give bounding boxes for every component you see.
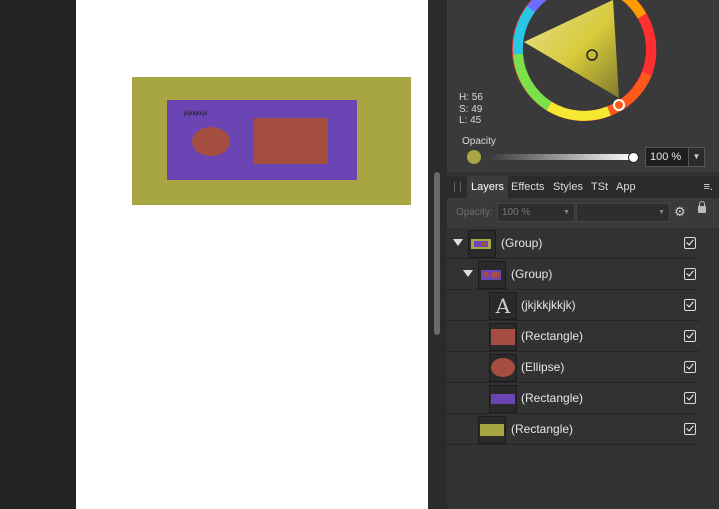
layer-thumbnail (478, 416, 506, 444)
chevron-down-icon: ▼ (563, 209, 570, 216)
left-toolbar-gutter (0, 0, 76, 509)
layer-thumbnail: A (489, 292, 517, 320)
layer-opacity-label: Opacity: (456, 207, 493, 218)
layer-name: (Rectangle) (511, 422, 574, 436)
layer-name: (Rectangle) (521, 391, 584, 405)
opacity-slider-handle[interactable] (628, 152, 639, 163)
layer-row[interactable]: (Rectangle) (447, 321, 700, 352)
layers-list: (Group) (Group) A (jkjkkjkkjk) (Rectangl… (447, 228, 700, 445)
layer-name: (jkjkkjkkjk) (521, 298, 576, 312)
artwork-group-rectangle[interactable]: jkjkkjkkjk (167, 100, 357, 180)
artwork-background-rectangle[interactable]: jkjkkjkkjk (132, 77, 411, 205)
lock-icon[interactable] (698, 201, 706, 213)
layer-thumbnail (489, 354, 517, 382)
current-color-swatch[interactable] (467, 150, 481, 164)
lightness-value: L: 45 (459, 115, 482, 126)
hue-value: H: 56 (459, 92, 483, 103)
layer-visibility-checkbox[interactable] (684, 268, 696, 280)
hsl-readout: H: 56 S: 49 L: 45 (459, 92, 483, 127)
expand-triangle-icon[interactable] (453, 239, 463, 246)
layer-name: (Ellipse) (521, 360, 565, 374)
chevron-down-icon: ▼ (658, 209, 665, 216)
layer-row[interactable]: A (jkjkkjkkjk) (447, 290, 700, 321)
canvas-scrollbar[interactable] (428, 0, 447, 509)
right-studio-panel: H: 56 S: 49 L: 45 Opacity 100 % ▼ Layers… (447, 0, 719, 509)
layer-row[interactable]: (Group) (447, 259, 700, 290)
layers-toolbar: Opacity: 100 % ▼ ▼ ⚙ (447, 198, 719, 228)
scrollbar-thumb[interactable] (434, 172, 440, 335)
layer-name: (Rectangle) (521, 329, 584, 343)
tab-layers[interactable]: Layers (467, 176, 509, 198)
layer-name: (Group) (501, 236, 543, 250)
layer-visibility-checkbox[interactable] (684, 423, 696, 435)
layer-row[interactable]: (Group) (447, 228, 700, 259)
opacity-value-field[interactable]: 100 % (645, 147, 691, 167)
layer-name: (Group) (511, 267, 553, 281)
tab-styles[interactable]: Styles (549, 176, 587, 198)
layer-visibility-checkbox[interactable] (684, 237, 696, 249)
gear-icon[interactable]: ⚙ (674, 204, 686, 220)
artwork-ellipse[interactable] (192, 127, 230, 156)
layer-row[interactable]: (Rectangle) (447, 383, 700, 414)
layer-row[interactable]: (Rectangle) (447, 414, 700, 445)
layer-thumbnail (489, 323, 517, 351)
expand-triangle-icon[interactable] (463, 270, 473, 277)
document-canvas[interactable]: jkjkkjkkjk (76, 0, 428, 509)
tab-effects[interactable]: Effects (507, 176, 548, 198)
text-layer-icon: A (495, 294, 511, 318)
layer-thumbnail (478, 261, 506, 289)
saturation-value: S: 49 (459, 103, 483, 115)
layer-visibility-checkbox[interactable] (684, 361, 696, 373)
panel-menu-icon[interactable]: ≡. (704, 176, 713, 198)
tab-app[interactable]: App (612, 176, 640, 198)
artwork-text[interactable]: jkjkkjkkjk (184, 111, 207, 118)
color-panel: H: 56 S: 49 L: 45 Opacity 100 % ▼ (447, 0, 719, 172)
opacity-dropdown-button[interactable]: ▼ (688, 147, 705, 167)
panel-tab-bar: Layers Effects Styles TSt App ≡. (447, 176, 719, 198)
layer-row[interactable]: (Ellipse) (447, 352, 700, 383)
layer-visibility-checkbox[interactable] (684, 330, 696, 342)
blend-mode-select[interactable]: ▼ (576, 203, 670, 222)
layer-opacity-value: 100 % (502, 207, 531, 218)
layer-visibility-checkbox[interactable] (684, 392, 696, 404)
layer-thumbnail (489, 385, 517, 413)
layer-opacity-field[interactable]: 100 % ▼ (497, 203, 575, 222)
opacity-label: Opacity (462, 136, 496, 147)
artwork-rectangle[interactable] (254, 118, 328, 164)
opacity-slider[interactable] (489, 154, 635, 160)
layer-thumbnail (468, 230, 496, 258)
color-wheel[interactable] (509, 0, 659, 124)
layer-visibility-checkbox[interactable] (684, 299, 696, 311)
panel-grip-icon[interactable] (454, 182, 461, 192)
tab-tst[interactable]: TSt (587, 176, 612, 198)
